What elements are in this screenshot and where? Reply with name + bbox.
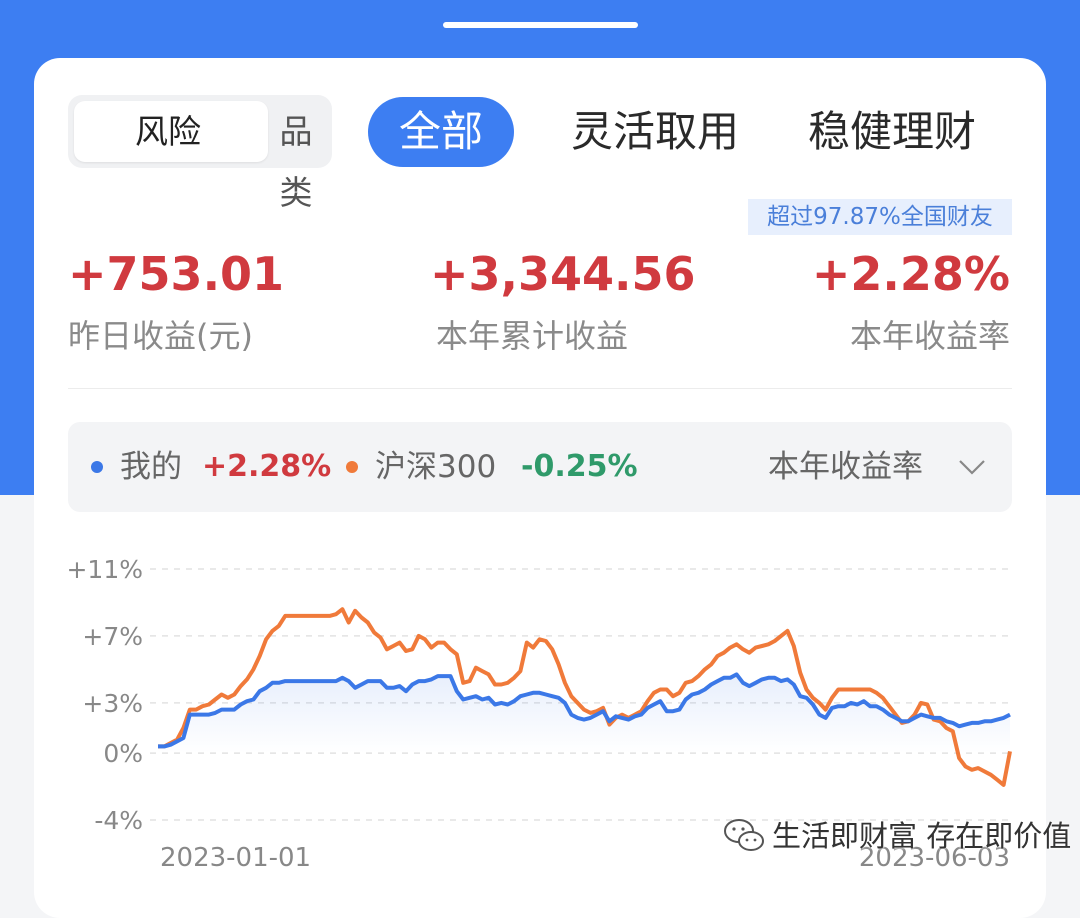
metric-dropdown-label: 本年收益率 [768, 449, 923, 485]
y-tick-label: +3% [82, 689, 143, 718]
index-legend-dot [346, 461, 358, 473]
divider [68, 388, 1012, 389]
ytd-earnings-value: +3,344.56 [430, 247, 696, 301]
toggle-risk[interactable]: 风险 [74, 101, 268, 162]
wechat-icon [724, 819, 764, 851]
x-label-start: 2023-01-01 [160, 843, 311, 873]
y-tick-label: +7% [82, 622, 143, 651]
chevron-down-icon [959, 460, 985, 475]
mine-legend-dot [91, 461, 103, 473]
tab-all[interactable]: 全部 [368, 97, 514, 167]
metric-dropdown[interactable]: 本年收益率 [768, 446, 990, 488]
watermark-text: 生活即财富 存在即价值 [772, 819, 1072, 853]
index-legend-value: -0.25% [521, 449, 638, 484]
toggle-category[interactable]: 品类 [264, 101, 328, 212]
y-tick-label: +11% [66, 555, 143, 584]
rank-badge: 超过97.87%全国财友 [748, 199, 1012, 235]
mine-legend-value: +2.28% [202, 449, 332, 484]
view-toggle: 风险 品类 [68, 95, 332, 212]
tab-stable[interactable]: 稳健理财 [808, 104, 976, 160]
ytd-return-label: 本年收益率 [849, 317, 1010, 355]
index-legend-label: 沪深300 [375, 449, 497, 485]
toggle-risk-label: 风险 [135, 112, 201, 151]
y-tick-label: 0% [103, 739, 143, 768]
mine-area-fill [158, 674, 1010, 754]
sheet-drag-handle[interactable] [443, 22, 638, 28]
mine-legend-label: 我的 [120, 449, 182, 485]
yesterday-earnings-label: 昨日收益(元) [68, 317, 253, 355]
toggle-category-label: 品类 [279, 112, 313, 212]
ytd-earnings-label: 本年累计收益 [436, 317, 629, 355]
y-tick-label: -4% [94, 806, 143, 835]
ytd-return-value: +2.28% [811, 247, 1010, 301]
yesterday-earnings-value: +753.01 [68, 247, 285, 301]
tab-flexible[interactable]: 灵活取用 [571, 104, 739, 160]
